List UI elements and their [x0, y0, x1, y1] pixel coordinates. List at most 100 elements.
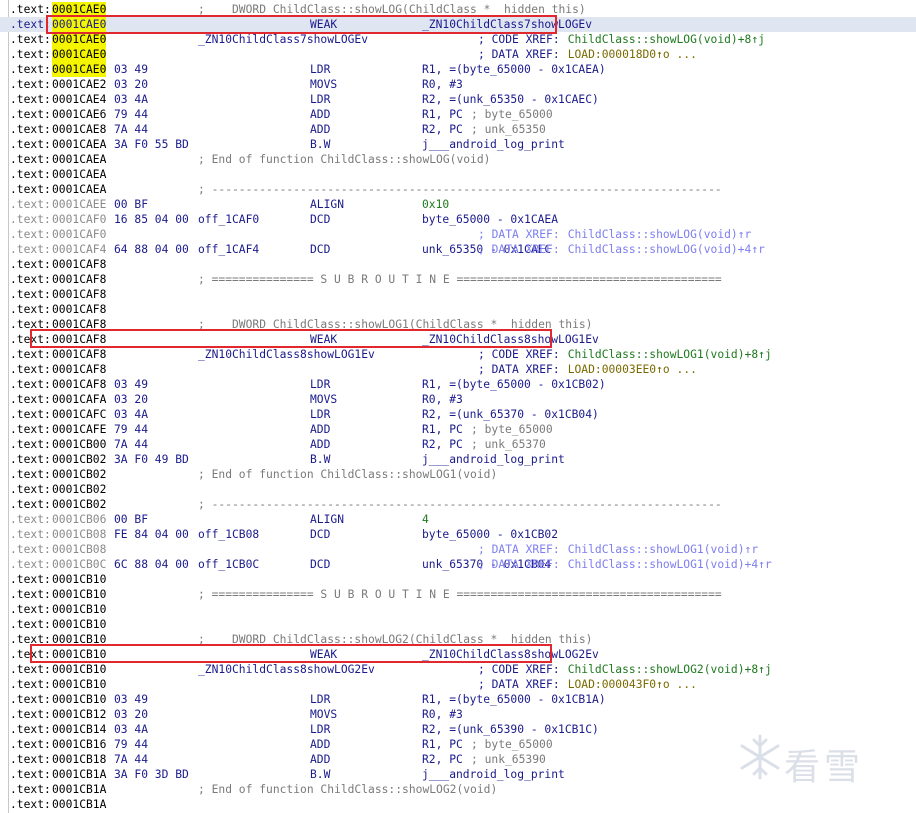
opcode-bytes: 64 88 04 00 [114, 243, 189, 256]
operand-comment: ; unk_65390 [471, 753, 546, 766]
segment-prefix: .text: [10, 303, 51, 316]
listing-line[interactable]: .text: 0001CAEA ; ------------------------… [0, 182, 916, 197]
instruction-mnemonic: DCD [310, 213, 331, 226]
line-address: 0001CAF8 [52, 348, 107, 361]
line-address: 0001CB10 [52, 573, 107, 586]
xref-target[interactable]: ChildClass::showLOG2(void)+8↑j [568, 662, 772, 677]
listing-line[interactable]: .text: 0001CAFE 79 44 ADD R1, PC ; byte_65000 [0, 422, 916, 437]
instruction-operands: j___android_log_print [422, 453, 565, 466]
segment-prefix: .text: [10, 783, 51, 796]
listing-line[interactable]: .text: 0001CAF8 _ZN10ChildClass8showLOG1Ev… [0, 347, 916, 362]
instruction-mnemonic: LDR [310, 408, 331, 421]
listing-line[interactable]: .text: 0001CB02 ; ------------------------… [0, 497, 916, 512]
listing-line[interactable]: .text: 0001CB10 [0, 617, 916, 632]
listing-line[interactable]: .text: 0001CAE4 03 4A LDR R2, =(unk_65350 - … [0, 92, 916, 107]
listing-line[interactable]: .text: 0001CAEE 00 BF ALIGN 0x10 [0, 197, 916, 212]
listing-line[interactable]: .text: 0001CAF0 16 85 04 00 off_1CAF0 DCD byt… [0, 212, 916, 227]
segment-prefix: .text: [10, 693, 51, 706]
listing-line[interactable]: .text: 0001CB02 3A F0 49 BD B.W j___android_… [0, 452, 916, 467]
listing-line[interactable]: .text: 0001CAF8 03 49 LDR R1, =(byte_65000 -… [0, 377, 916, 392]
listing-line[interactable]: .text: 0001CAE8 7A 44 ADD R2, PC ; unk_65350 [0, 122, 916, 137]
listing-line[interactable]: .text: 0001CB12 03 20 MOVS R0, #3 [0, 707, 916, 722]
line-address: 0001CAF8 [52, 378, 107, 391]
xref-target[interactable]: ChildClass::showLOG1(void)+8↑j [568, 347, 772, 362]
listing-line[interactable]: .text: 0001CAF8 ; DATA XREF: LOAD:00003EE0… [0, 362, 916, 377]
listing-line[interactable]: .text: 0001CAF8 [0, 287, 916, 302]
listing-line[interactable]: .text: 0001CAFC 03 4A LDR R2, =(unk_65370 - … [0, 407, 916, 422]
line-address: 0001CB1A [52, 768, 107, 781]
segment-prefix: .text: [10, 228, 51, 241]
segment-prefix: .text: [10, 798, 51, 811]
listing-line[interactable]: .text: 0001CB02 ; End of function ChildCla… [0, 467, 916, 482]
segment-prefix: .text: [10, 753, 51, 766]
listing-line[interactable]: .text: 0001CAE0 ; DATA XREF: LOAD:000018D0… [0, 47, 916, 62]
listing-line[interactable]: .text: 0001CAE0 _ZN10ChildClass7showLOGEv;… [0, 32, 916, 47]
segment-prefix: .text: [10, 483, 51, 496]
xref-target[interactable]: ChildClass::showLOG1(void)+4↑r [568, 557, 772, 572]
listing-line[interactable]: .text: 0001CB06 00 BF ALIGN 4 [0, 512, 916, 527]
instruction-operands: R2, PC [422, 438, 463, 451]
instruction-mnemonic: LDR [310, 63, 331, 76]
instruction-operands: R0, #3 [422, 708, 463, 721]
listing-line[interactable]: .text: 0001CAE2 03 20 MOVS R0, #3 [0, 77, 916, 92]
listing-line[interactable]: .text: 0001CAFA 03 20 MOVS R0, #3 [0, 392, 916, 407]
instruction-mnemonic: ADD [310, 753, 331, 766]
opcode-bytes: 03 20 [114, 78, 149, 91]
disassembly-listing[interactable]: .text: 0001CAE0; __DWORD ChildClass::show… [0, 0, 916, 813]
listing-line[interactable]: .text: 0001CAF8 [0, 302, 916, 317]
listing-line[interactable]: .text: 0001CAEA [0, 167, 916, 182]
listing-line[interactable]: .text: 0001CAF4 64 88 04 00 off_1CAF4 DCD unk… [0, 242, 916, 257]
xref-target[interactable]: ChildClass::showLOG(void)+4↑r [568, 242, 765, 257]
listing-line[interactable]: .text: 0001CB10 ; DATA XREF: LOAD:000043F0… [0, 677, 916, 692]
listing-line[interactable]: .text: 0001CB08 ; DATA XREF: ChildClass::s… [0, 542, 916, 557]
instruction-operands: R1, =(byte_65000 - 0x1CB02) [422, 378, 606, 391]
xref-target[interactable]: ChildClass::showLOG1(void)↑r [568, 542, 758, 557]
listing-line[interactable]: .text: 0001CB10 03 49 LDR R1, =(byte_65000 -… [0, 692, 916, 707]
listing-line[interactable]: .text: 0001CB0C 6C 88 04 00 off_1CB0C DCD unk… [0, 557, 916, 572]
instruction-operands: R2, PC [422, 123, 463, 136]
opcode-bytes: 79 44 [114, 738, 149, 751]
line-address: 0001CAF8 [52, 288, 107, 301]
segment-prefix: .text: [10, 168, 51, 181]
listing-line[interactable]: .text: 0001CAF0 ; DATA XREF: ChildClass::s… [0, 227, 916, 242]
line-address: 0001CB00 [52, 438, 107, 451]
listing-line[interactable]: .text: 0001CB02 [0, 482, 916, 497]
instruction-mnemonic: ALIGN [310, 513, 345, 526]
opcode-bytes: 00 BF [114, 513, 149, 526]
xref-prefix: ; DATA XREF: [478, 558, 567, 571]
listing-line[interactable]: .text: 0001CAF8 [0, 257, 916, 272]
listing-line[interactable]: .text: 0001CAE0 03 49 LDR R1, =(byte_65000 -… [0, 62, 916, 77]
segment-prefix: .text: [10, 63, 51, 76]
listing-line[interactable]: .text: 0001CAE6 79 44 ADD R1, PC ; byte_65000 [0, 107, 916, 122]
listing-line[interactable]: .text: 0001CAEA 3A F0 55 BD B.W j___android_… [0, 137, 916, 152]
xref-target[interactable]: ChildClass::showLOG(void)↑r [568, 227, 752, 242]
line-address: 0001CAF8 [52, 363, 107, 376]
listing-line[interactable]: .text: 0001CB10 [0, 602, 916, 617]
line-address: 0001CB02 [52, 468, 107, 481]
xref-prefix: ; DATA XREF: [478, 543, 567, 556]
xref-prefix: ; CODE XREF: [478, 348, 567, 361]
listing-line[interactable]: .text: 0001CAF8 ; =============== S U B R … [0, 272, 916, 287]
xref-target[interactable]: LOAD:000018D0↑o ... [568, 47, 697, 62]
xref-target[interactable]: LOAD:000043F0↑o ... [568, 677, 697, 692]
line-address: 0001CAF8 [52, 303, 107, 316]
listing-line[interactable]: .text: 0001CAEA ; End of function ChildCla… [0, 152, 916, 167]
xref-target[interactable]: ChildClass::showLOG(void)+8↑j [568, 32, 765, 47]
listing-line[interactable]: .text: 0001CB10 [0, 572, 916, 587]
line-address: 0001CB1A [52, 798, 107, 811]
listing-line[interactable]: .text: 0001CB08 FE 84 04 00 off_1CB08 DCD byt… [0, 527, 916, 542]
listing-line[interactable]: .text: 0001CB10 ; =============== S U B R … [0, 587, 916, 602]
line-address: 0001CAF0 [52, 228, 107, 241]
opcode-bytes: 03 4A [114, 723, 149, 736]
line-address: 0001CB14 [52, 723, 107, 736]
xref-prefix: ; DATA XREF: [478, 678, 567, 691]
xref-target[interactable]: LOAD:00003EE0↑o ... [568, 362, 697, 377]
opcode-bytes: 16 85 04 00 [114, 213, 189, 226]
segment-prefix: .text: [10, 723, 51, 736]
listing-line[interactable]: .text: 0001CB00 7A 44 ADD R2, PC ; unk_65370 [0, 437, 916, 452]
comment-text: ; End of function ChildClass::showLOG(vo… [198, 153, 491, 166]
listing-line[interactable]: .text: 0001CB10 _ZN10ChildClass8showLOG2Ev… [0, 662, 916, 677]
line-address: 0001CB12 [52, 708, 107, 721]
watermark: 看雪 [740, 730, 900, 800]
instruction-mnemonic: ADD [310, 123, 331, 136]
